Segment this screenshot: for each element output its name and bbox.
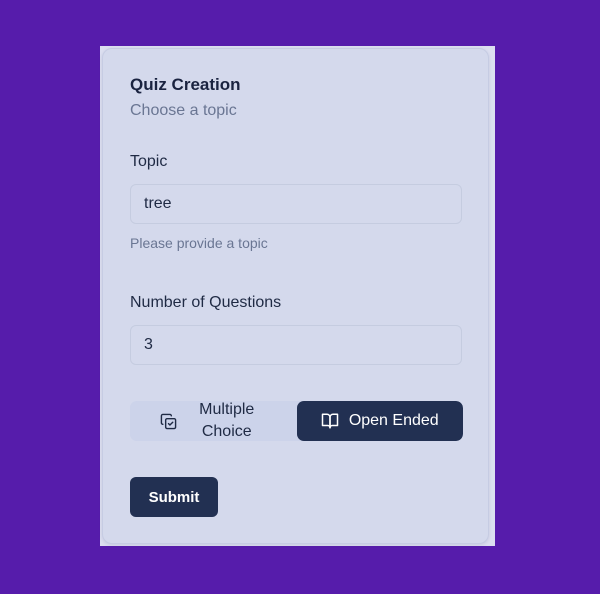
card-subtitle: Choose a topic	[130, 102, 237, 119]
multiple-choice-label: Multiple Choice	[199, 401, 255, 440]
open-ended-option[interactable]: Open Ended	[296, 401, 463, 441]
quiz-type-toggle: Multiple Choice Open Ended	[130, 401, 463, 441]
book-open-icon	[321, 412, 339, 430]
questions-input[interactable]	[130, 325, 462, 365]
copy-check-icon	[160, 413, 177, 430]
questions-label: Number of Questions	[130, 294, 282, 311]
card-title: Quiz Creation	[130, 75, 241, 94]
submit-button[interactable]: Submit	[130, 477, 218, 517]
topic-label: Topic	[130, 153, 168, 170]
quiz-creation-card: Quiz Creation Choose a topic Topic Pleas…	[102, 48, 489, 544]
multiple-choice-option[interactable]: Multiple Choice	[130, 401, 297, 441]
open-ended-label: Open Ended	[348, 412, 439, 429]
topic-hint: Please provide a topic	[130, 235, 268, 251]
topic-input[interactable]	[130, 184, 462, 224]
